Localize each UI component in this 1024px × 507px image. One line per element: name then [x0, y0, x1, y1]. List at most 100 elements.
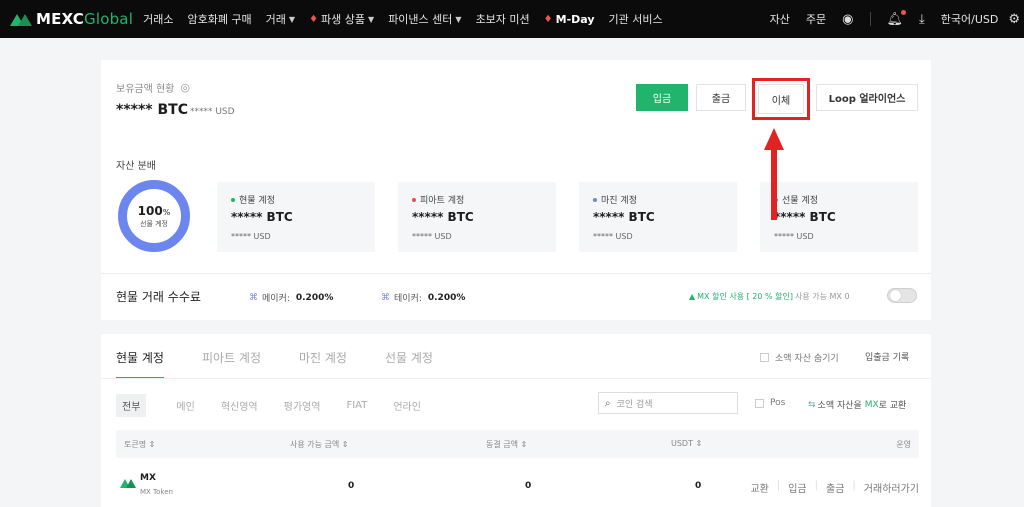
donut-label: 선물 계정	[140, 219, 168, 228]
account-dot	[412, 197, 416, 202]
pos-filter[interactable]: Pos	[755, 398, 785, 408]
tab-0[interactable]: 현물 계정	[116, 349, 164, 379]
bell-icon[interactable]: 🔔︎	[887, 9, 907, 27]
mx-discount-info: ▲ MX 할인 사용 [ 20 % 할인] 사용 가능 MX 0	[689, 292, 850, 301]
balance-value: ***** BTC ***** USD	[116, 102, 235, 118]
nav-assets-link[interactable]: 자산	[770, 11, 790, 27]
nav-item-5[interactable]: 초보자 미션	[476, 11, 530, 27]
col-frozen[interactable]: 동결 금액 ⇕	[486, 439, 527, 450]
convert-icon: ⇆	[808, 399, 816, 410]
account-value: ***** BTC	[231, 210, 293, 224]
nav-item-4[interactable]: 파이낸스 센터 ▼	[388, 11, 461, 27]
col-ops: 운영	[896, 440, 911, 449]
coin-search-input[interactable]: ⌕ 코인 검색	[598, 392, 738, 414]
row-action-1[interactable]: 입금	[788, 480, 806, 495]
filter-3[interactable]: 평가영역	[284, 398, 321, 413]
col-usdt[interactable]: USDT ⇕	[671, 439, 702, 448]
hide-small-checkbox[interactable]	[760, 353, 769, 362]
chevron-down-icon: ▼	[288, 14, 296, 24]
balance-label: 보유금액 현황 ◎	[116, 81, 190, 95]
download-icon[interactable]: ⤓	[919, 12, 925, 27]
filter-1[interactable]: 메인	[176, 398, 194, 413]
row-action-2[interactable]: 출금	[826, 480, 844, 495]
chevron-down-icon: ▼	[455, 14, 462, 24]
account-usd: ***** USD	[412, 232, 452, 241]
account-dot	[231, 197, 235, 202]
account-card-1[interactable]: 피아트 계정 ***** BTC ***** USD	[398, 182, 556, 252]
account-value: ***** BTC	[412, 210, 474, 224]
taker-icon: ⌘	[381, 292, 390, 303]
table-row: MX MX Token 0 0 0 교환 | 입금 | 출금 | 거래하러가기	[116, 470, 919, 500]
frozen-amount: 0	[525, 481, 532, 491]
nav-item-3[interactable]: ♦ 파생 상품 ▼	[309, 11, 374, 27]
chevron-down-icon: ▼	[368, 14, 375, 24]
notification-dot	[901, 9, 907, 15]
account-value: ***** BTC	[593, 210, 655, 224]
fire-icon: ♦	[309, 13, 319, 25]
deposit-history-link[interactable]: 입출금 기록	[865, 350, 909, 363]
tab-1[interactable]: 피아트 계정	[202, 349, 261, 379]
pos-checkbox[interactable]	[755, 398, 764, 408]
wallet-card: 현물 계정 피아트 계정 마진 계정 선물 계정 소액 자산 숨기기 입출금 기록 전…	[101, 334, 931, 507]
maker-fee: ⌘ 메이커: 0.200%	[249, 292, 334, 305]
convert-small-assets-link[interactable]: ⇆ 소액 자산을 MX 로 교환	[808, 398, 906, 412]
account-card-0[interactable]: 현물 계정 ***** BTC ***** USD	[217, 182, 375, 252]
fire-icon: ♦	[543, 13, 553, 25]
nav-item-6[interactable]: ♦ M-Day	[544, 13, 595, 26]
coin-symbol: MX	[140, 473, 156, 483]
nav-divider	[869, 12, 871, 26]
mx-token-icon: ▲	[689, 292, 696, 301]
account-usd: ***** USD	[774, 232, 814, 241]
coin-name: MX Token	[140, 488, 173, 496]
market-filters: 전부 메인 혁신영역 평가영역 FIAT 언라인	[116, 394, 447, 417]
usdt-amount: 0	[695, 481, 702, 491]
loop-alliance-button[interactable]: Loop 얼라이언스	[816, 84, 918, 111]
annotation-arrow	[764, 128, 784, 220]
user-icon[interactable]: ◉	[842, 12, 853, 27]
tabs-divider	[101, 378, 931, 379]
mexc-logo[interactable]: MEXCGlobal	[10, 10, 133, 28]
row-action-3[interactable]: 거래하러가기	[864, 480, 919, 495]
search-icon: ⌕	[605, 397, 611, 409]
tab-2[interactable]: 마진 계정	[299, 349, 347, 379]
filter-4[interactable]: FIAT	[346, 400, 367, 411]
transfer-button[interactable]: 이체	[758, 84, 804, 114]
gear-icon[interactable]: ⚙	[1008, 12, 1020, 27]
eye-hidden-icon[interactable]: ◎	[180, 81, 190, 94]
filter-2[interactable]: 혁신영역	[221, 398, 258, 413]
asset-overview-card: 보유금액 현황 ◎ ***** BTC ***** USD 입금 출금 이체 Lo…	[101, 60, 931, 320]
col-available[interactable]: 사용 가능 금액 ⇕	[290, 439, 349, 450]
deposit-button[interactable]: 입금	[636, 84, 688, 111]
language-currency-selector[interactable]: 한국어/USD	[941, 11, 999, 27]
action-separator: |	[814, 480, 819, 491]
action-separator: |	[852, 480, 856, 491]
nav-orders-link[interactable]: 주문	[806, 11, 826, 27]
account-card-2[interactable]: 마진 계정 ***** BTC ***** USD	[579, 182, 737, 252]
row-action-0[interactable]: 교환	[750, 480, 768, 495]
withdraw-button[interactable]: 출금	[696, 84, 746, 111]
hide-small-assets[interactable]: 소액 자산 숨기기	[760, 351, 839, 364]
row-actions: 교환 | 입금 | 출금 | 거래하러가기	[742, 480, 919, 495]
account-tabs: 현물 계정 피아트 계정 마진 계정 선물 계정	[116, 349, 471, 379]
donut-percent: 100	[137, 203, 163, 218]
nav-item-1[interactable]: 암호화폐 구매	[187, 11, 251, 27]
divider	[101, 273, 931, 274]
nav-item-7[interactable]: 기관 서비스	[609, 11, 663, 27]
mx-token-icon	[120, 478, 136, 488]
filter-0[interactable]: 전부	[116, 394, 147, 417]
filter-5[interactable]: 언라인	[393, 398, 421, 413]
col-token[interactable]: 토큰명 ⇕	[124, 439, 155, 450]
account-dot	[593, 197, 597, 202]
spot-fee-title: 현물 거래 수수료	[116, 290, 201, 304]
nav-item-2[interactable]: 거래 ▼	[266, 11, 295, 27]
taker-fee: ⌘ 테이커: 0.200%	[381, 292, 466, 305]
tab-3[interactable]: 선물 계정	[385, 349, 433, 379]
available-amount: 0	[348, 481, 355, 491]
mx-discount-toggle[interactable]	[887, 288, 917, 303]
nav-item-0[interactable]: 거래소	[143, 11, 173, 27]
top-nav: MEXCGlobal 거래소 암호화폐 구매 거래 ▼ ♦ 파생 상품 ▼ 파이낸스 센터 ▼ 초…	[0, 0, 1024, 38]
asset-distribution-label: 자산 분배	[116, 161, 156, 172]
mexc-logo-icon	[10, 12, 32, 26]
account-usd: ***** USD	[593, 232, 633, 241]
nav-menu: 거래소 암호화폐 구매 거래 ▼ ♦ 파생 상품 ▼ 파이낸스 센터 ▼ 초보자 미션 ♦ M-Day…	[143, 11, 677, 27]
